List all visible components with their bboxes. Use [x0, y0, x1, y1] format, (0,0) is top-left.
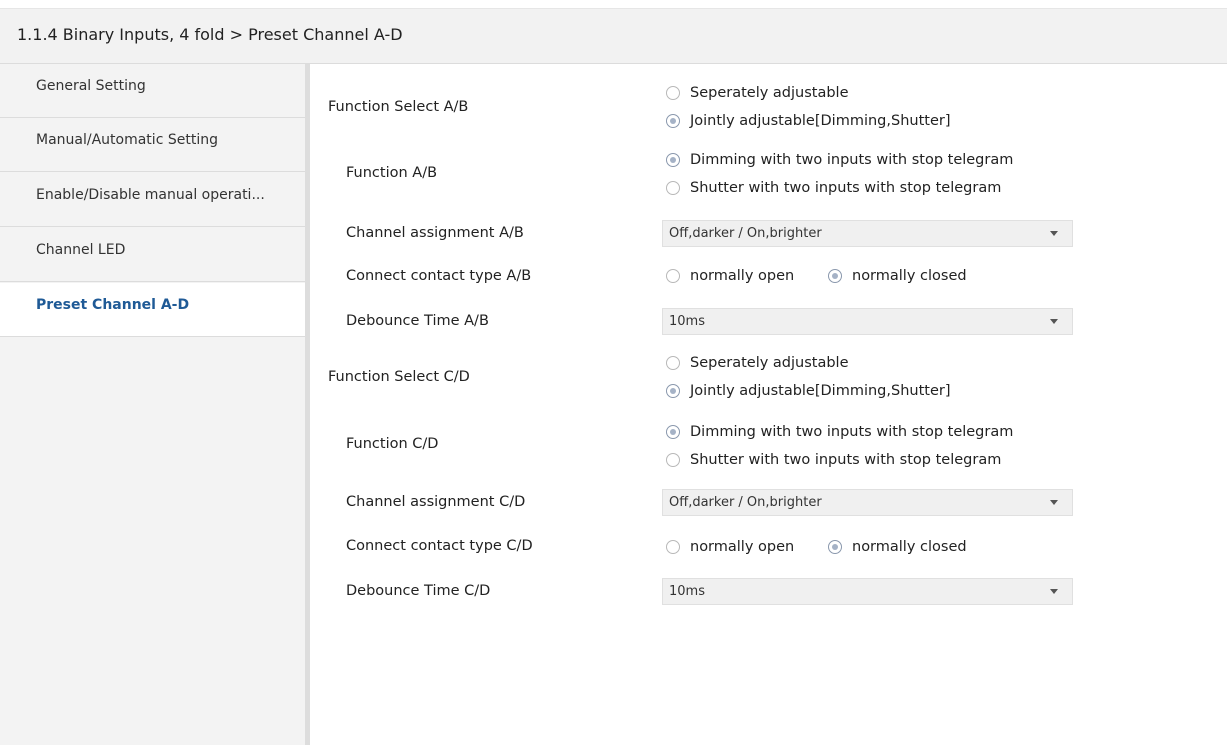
contact-type-ab-option-normally-closed[interactable]: normally closed: [828, 265, 967, 287]
channel-assignment-cd-label: Channel assignment C/D: [346, 494, 526, 510]
radio-selected-icon: [666, 153, 680, 167]
contact-type-cd-option-normally-closed[interactable]: normally closed: [828, 536, 967, 558]
select-value: Off,darker / On,brighter: [669, 495, 822, 510]
function-ab-option-dimming[interactable]: Dimming with two inputs with stop telegr…: [666, 149, 1013, 171]
radio-label: Jointly adjustable[Dimming,Shutter]: [690, 383, 951, 399]
contact-type-ab-label: Connect contact type A/B: [346, 268, 532, 284]
sidebar-item-label: Channel LED: [36, 242, 126, 258]
function-select-ab-label: Function Select A/B: [328, 99, 469, 115]
channel-assignment-ab-label: Channel assignment A/B: [346, 225, 524, 241]
select-value: 10ms: [669, 314, 705, 329]
radio-label: normally closed: [852, 268, 967, 284]
function-cd-label: Function C/D: [346, 436, 439, 452]
contact-type-ab-option-normally-open[interactable]: normally open: [666, 265, 794, 287]
radio-label: Dimming with two inputs with stop telegr…: [690, 424, 1014, 440]
radio-label: Seperately adjustable: [690, 85, 849, 101]
radio-label: normally closed: [852, 539, 967, 555]
select-value: Off,darker / On,brighter: [669, 226, 822, 241]
sidebar: General Setting Manual/Automatic Setting…: [0, 64, 310, 745]
radio-label: Jointly adjustable[Dimming,Shutter]: [690, 113, 951, 129]
contact-type-cd-option-normally-open[interactable]: normally open: [666, 536, 794, 558]
function-ab-option-shutter[interactable]: Shutter with two inputs with stop telegr…: [666, 177, 1001, 199]
function-select-cd-option-jointly[interactable]: Jointly adjustable[Dimming,Shutter]: [666, 380, 950, 402]
radio-selected-icon: [828, 269, 842, 283]
dropdown-arrow-icon: [1050, 589, 1058, 594]
select-value: 10ms: [669, 584, 705, 599]
radio-label: normally open: [690, 539, 795, 555]
contact-type-cd-label: Connect contact type C/D: [346, 538, 533, 554]
sidebar-item-channel-led[interactable]: Channel LED: [0, 228, 305, 282]
channel-assignment-cd-select[interactable]: Off,darker / On,brighter: [662, 489, 1073, 516]
radio-icon: [666, 181, 680, 195]
page-title: 1.1.4 Binary Inputs, 4 fold > Preset Cha…: [17, 25, 403, 44]
radio-icon: [666, 356, 680, 370]
radio-icon: [666, 86, 680, 100]
debounce-ab-select[interactable]: 10ms: [662, 308, 1073, 335]
function-cd-option-dimming[interactable]: Dimming with two inputs with stop telegr…: [666, 421, 1013, 443]
radio-label: Seperately adjustable: [690, 355, 849, 371]
debounce-cd-select[interactable]: 10ms: [662, 578, 1073, 605]
sidebar-item-label: General Setting: [36, 78, 146, 94]
sidebar-item-label: Preset Channel A-D: [36, 297, 190, 313]
radio-label: Shutter with two inputs with stop telegr…: [690, 452, 1002, 468]
radio-label: Dimming with two inputs with stop telegr…: [690, 152, 1014, 168]
dropdown-arrow-icon: [1050, 500, 1058, 505]
sidebar-item-general-setting[interactable]: General Setting: [0, 64, 305, 118]
radio-selected-icon: [828, 540, 842, 554]
radio-label: normally open: [690, 268, 795, 284]
sidebar-item-label: Enable/Disable manual operati...: [36, 187, 265, 203]
function-select-ab-option-separately[interactable]: Seperately adjustable: [666, 82, 849, 104]
sidebar-item-preset-channel-a-d[interactable]: Preset Channel A-D: [0, 283, 305, 337]
sidebar-item-label: Manual/Automatic Setting: [36, 132, 218, 148]
dropdown-arrow-icon: [1050, 231, 1058, 236]
function-select-cd-label: Function Select C/D: [328, 369, 470, 385]
function-select-ab-option-jointly[interactable]: Jointly adjustable[Dimming,Shutter]: [666, 110, 950, 132]
function-ab-label: Function A/B: [346, 165, 438, 181]
debounce-cd-label: Debounce Time C/D: [346, 583, 491, 599]
channel-assignment-ab-select[interactable]: Off,darker / On,brighter: [662, 220, 1073, 247]
sidebar-item-manual-automatic-setting[interactable]: Manual/Automatic Setting: [0, 118, 305, 172]
dropdown-arrow-icon: [1050, 319, 1058, 324]
radio-label: Shutter with two inputs with stop telegr…: [690, 180, 1002, 196]
radio-selected-icon: [666, 114, 680, 128]
radio-icon: [666, 269, 680, 283]
header-bar: 1.1.4 Binary Inputs, 4 fold > Preset Cha…: [0, 9, 1227, 64]
debounce-ab-label: Debounce Time A/B: [346, 313, 489, 329]
radio-icon: [666, 453, 680, 467]
radio-selected-icon: [666, 425, 680, 439]
function-cd-option-shutter[interactable]: Shutter with two inputs with stop telegr…: [666, 449, 1001, 471]
sidebar-item-enable-disable-manual-operation[interactable]: Enable/Disable manual operati...: [0, 173, 305, 227]
radio-selected-icon: [666, 384, 680, 398]
function-select-cd-option-separately[interactable]: Seperately adjustable: [666, 352, 849, 374]
radio-icon: [666, 540, 680, 554]
